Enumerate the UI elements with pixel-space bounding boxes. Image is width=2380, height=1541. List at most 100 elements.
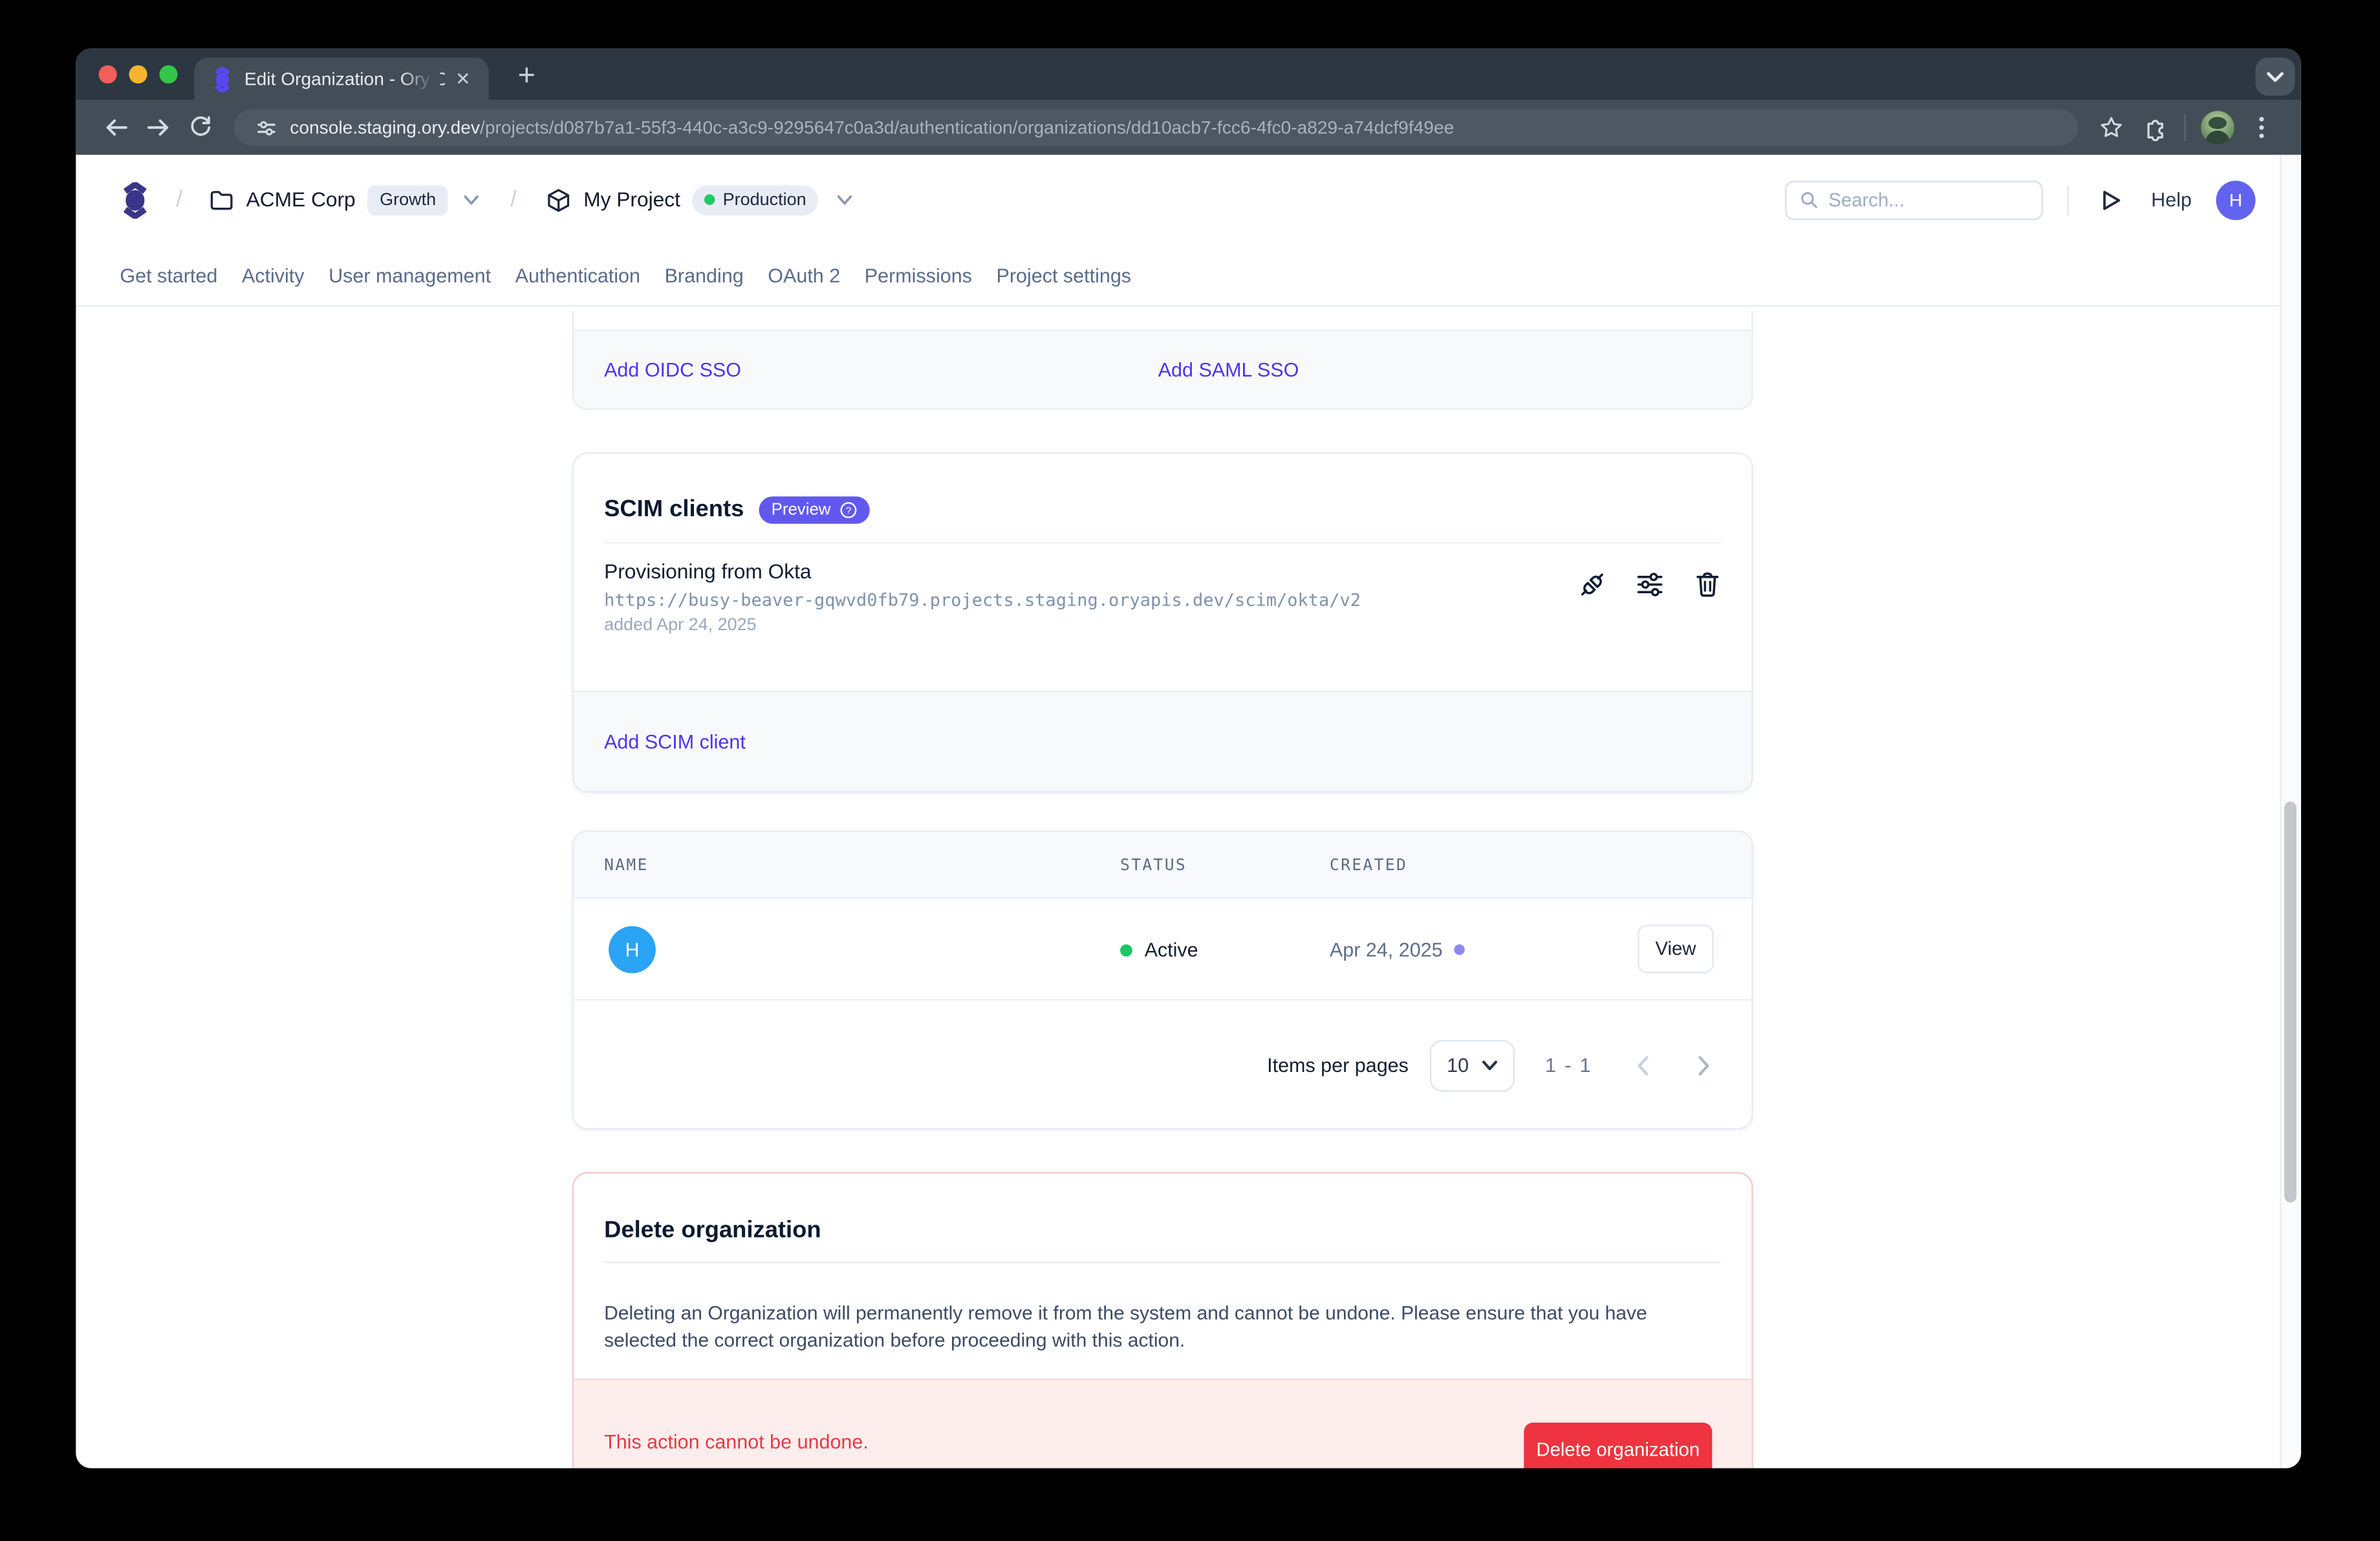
nav-project-settings[interactable]: Project settings: [996, 263, 1131, 286]
workspace-plan-badge: Growth: [367, 184, 448, 215]
forward-arrow-icon: [145, 115, 171, 140]
zoom-window-button[interactable]: [159, 65, 177, 83]
search-box[interactable]: [1786, 180, 2044, 219]
nav-user-management[interactable]: User management: [329, 263, 491, 286]
svg-text:?: ?: [846, 505, 851, 516]
workspace-breadcrumb[interactable]: ACME Corp Growth: [210, 184, 480, 215]
tab-close-icon[interactable]: ✕: [449, 65, 477, 93]
reload-button[interactable]: [179, 106, 222, 149]
workspace-name: ACME Corp: [246, 188, 356, 211]
search-icon: [1801, 190, 1818, 210]
project-nav: Get started Activity User management Aut…: [76, 245, 2301, 307]
status-cell: Active: [1120, 938, 1198, 961]
toolbar-divider: [2184, 114, 2185, 141]
column-status: STATUS: [1120, 855, 1187, 873]
header-divider: [2068, 184, 2069, 215]
tab-strip: Edit Organization - Ory Console ✕ +: [76, 49, 2301, 100]
browser-toolbar: console.staging.ory.dev/projects/d087b7a…: [76, 100, 2301, 155]
delete-card-footer: This action cannot be undone. Delete org…: [574, 1379, 1751, 1468]
address-bar[interactable]: console.staging.ory.dev/projects/d087b7a…: [233, 109, 2077, 146]
browser-tab[interactable]: Edit Organization - Ory Console ✕: [194, 58, 488, 100]
browser-window: Edit Organization - Ory Console ✕ +: [76, 49, 2301, 1468]
status-label: Active: [1145, 938, 1198, 961]
column-created: CREATED: [1330, 855, 1407, 873]
delete-organization-button[interactable]: Delete organization: [1524, 1423, 1712, 1468]
nav-oauth2[interactable]: OAuth 2: [768, 263, 840, 286]
project-name: My Project: [583, 188, 680, 211]
extensions-puzzle-icon: [2141, 115, 2167, 140]
breadcrumb-separator: /: [176, 187, 182, 213]
items-per-page-select[interactable]: 10: [1430, 1039, 1515, 1091]
table-header: NAME STATUS CREATED: [574, 832, 1751, 899]
scim-client-url: https://busy-beaver-gqwvd0fb79.projects.…: [604, 586, 1721, 613]
scim-client-row: Provisioning from Okta https://busy-beav…: [574, 543, 1751, 639]
tab-search-button[interactable]: [2255, 58, 2295, 96]
browser-menu-button[interactable]: [2240, 106, 2283, 149]
reload-icon: [188, 115, 213, 140]
scrollbar-track[interactable]: [2280, 155, 2301, 1468]
delete-organization-card: Delete organization Deleting an Organiza…: [572, 1172, 1753, 1469]
app-header: / ACME Corp Growth /: [76, 155, 2301, 244]
traffic-lights: [99, 65, 178, 83]
scrollbar-thumb[interactable]: [2284, 802, 2297, 1203]
browser-profile-avatar[interactable]: [2201, 111, 2234, 144]
project-env-label: Production: [723, 191, 806, 209]
project-breadcrumb[interactable]: My Project Production: [547, 184, 853, 215]
search-input[interactable]: [1828, 189, 2028, 210]
back-arrow-icon: [102, 115, 128, 140]
add-oidc-sso-link[interactable]: Add OIDC SSO: [604, 358, 741, 381]
created-indicator-dot: [1455, 945, 1465, 955]
items-per-page-value: 10: [1447, 1054, 1469, 1077]
desktop: Edit Organization - Ory Console ✕ +: [0, 0, 2380, 1541]
scim-connection-button[interactable]: [1579, 571, 1606, 598]
breadcrumb-separator: /: [510, 187, 517, 213]
created-cell: Apr 24, 2025: [1330, 938, 1466, 961]
column-name: NAME: [604, 855, 649, 873]
forward-button[interactable]: [136, 106, 179, 149]
status-active-dot: [1120, 944, 1132, 956]
scim-settings-button[interactable]: [1636, 571, 1663, 598]
view-button[interactable]: View: [1638, 924, 1713, 973]
chevron-down-icon: [2266, 71, 2284, 83]
project-env-badge: Production: [693, 184, 819, 215]
user-avatar[interactable]: H: [2216, 180, 2255, 219]
back-button[interactable]: [94, 106, 137, 149]
bookmark-button[interactable]: [2090, 106, 2133, 149]
scim-client-actions: [1579, 571, 1722, 598]
minimize-window-button[interactable]: [129, 65, 147, 83]
chevron-right-icon: [1696, 1055, 1710, 1076]
add-scim-client-link[interactable]: Add SCIM client: [604, 730, 746, 753]
site-settings-icon: [255, 116, 277, 139]
help-link[interactable]: Help: [2151, 188, 2192, 211]
previous-page-button[interactable]: [1632, 1055, 1653, 1076]
new-tab-button[interactable]: +: [507, 56, 546, 96]
tab-title-fade: [401, 67, 440, 100]
nav-get-started[interactable]: Get started: [120, 263, 217, 286]
nav-activity[interactable]: Activity: [242, 263, 305, 286]
add-saml-sso-link[interactable]: Add SAML SSO: [1158, 358, 1299, 381]
delete-warning-text: This action cannot be undone.: [604, 1430, 869, 1453]
nav-permissions[interactable]: Permissions: [865, 263, 972, 286]
row-avatar: H: [609, 926, 656, 974]
url-path: /projects/d087b7a1-55f3-440c-a3c9-929564…: [480, 117, 1454, 138]
trash-icon: [1695, 571, 1720, 598]
scim-card-title: SCIM clients: [604, 496, 744, 523]
ory-console-app: / ACME Corp Growth /: [76, 155, 2301, 1468]
sso-card: Add OIDC SSO Add SAML SSO: [572, 311, 1753, 410]
folder-icon: [210, 189, 234, 210]
plug-icon: [1579, 571, 1606, 598]
table-row: H Active Apr 24, 2025 View: [574, 899, 1751, 1000]
star-icon: [2099, 115, 2124, 140]
url-domain: console.staging.ory.dev: [290, 117, 480, 138]
preview-badge-label: Preview: [772, 501, 831, 519]
nav-branding[interactable]: Branding: [665, 263, 744, 286]
close-window-button[interactable]: [99, 65, 117, 83]
nav-authentication[interactable]: Authentication: [515, 263, 640, 286]
extensions-button[interactable]: [2132, 106, 2175, 149]
items-per-page-label: Items per pages: [1267, 1054, 1409, 1077]
playground-button[interactable]: [2099, 188, 2124, 212]
delete-description: Deleting an Organization will permanentl…: [574, 1263, 1727, 1353]
help-circle-icon[interactable]: ?: [840, 501, 858, 519]
next-page-button[interactable]: [1693, 1055, 1714, 1076]
scim-delete-button[interactable]: [1694, 571, 1721, 598]
